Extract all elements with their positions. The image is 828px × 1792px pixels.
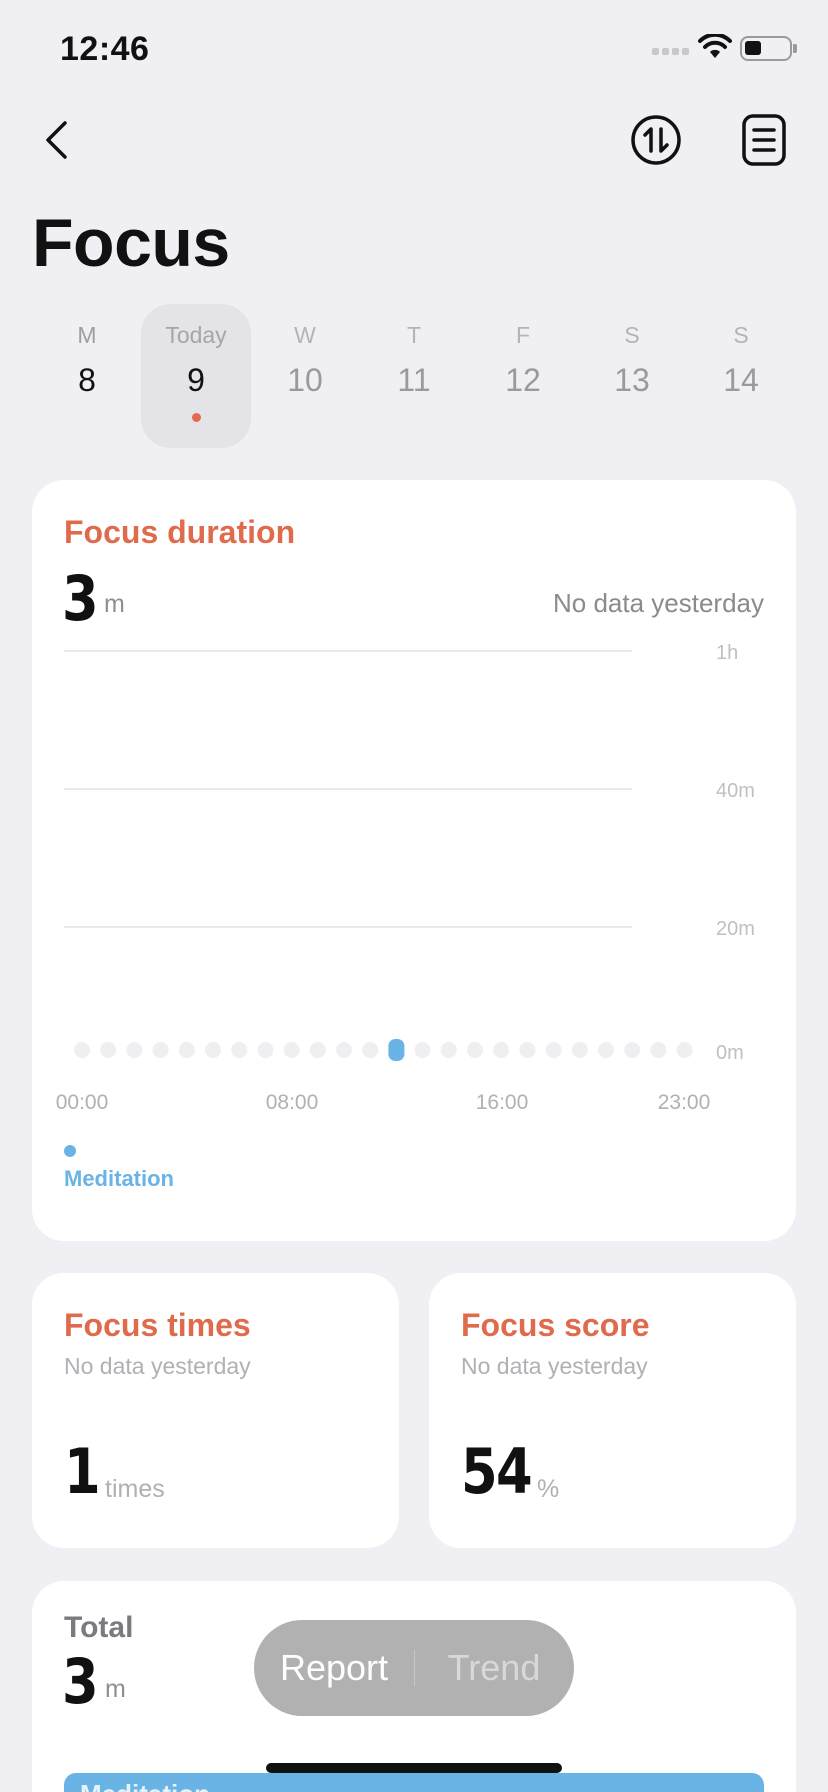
chevron-left-icon (46, 121, 67, 159)
back-button[interactable] (36, 112, 76, 168)
empty-dot-hour-8 (283, 1042, 300, 1058)
focus-duration-card[interactable]: Focus duration 3 m No data yesterday 1h 4… (32, 480, 796, 1241)
day-name: M (77, 322, 97, 348)
tab-trend[interactable]: Trend (414, 1620, 574, 1716)
empty-dot-hour-18 (545, 1042, 562, 1058)
empty-dot-hour-23 (676, 1042, 693, 1058)
day-mon-8[interactable]: M 8 (32, 304, 142, 448)
cellular-signal-icon (652, 48, 689, 55)
day-wed-10[interactable]: W 10 (250, 304, 360, 448)
y-tick-label: 0m (716, 1042, 744, 1064)
empty-dot-hour-16 (493, 1042, 510, 1058)
x-tick-label: 16:00 (476, 1091, 529, 1114)
total-unit: m (105, 1675, 126, 1703)
empty-dot-hour-10 (336, 1042, 352, 1058)
empty-dot-hour-4 (178, 1042, 195, 1058)
day-name: T (406, 322, 422, 348)
sync-arrows-icon (631, 115, 681, 165)
day-name: W (294, 322, 316, 348)
x-tick-label: 23:00 (658, 1091, 711, 1114)
empty-dot-hour-6 (231, 1042, 248, 1058)
empty-dot-hour-0 (74, 1042, 90, 1058)
x-tick-label: 00:00 (56, 1091, 109, 1114)
day-name: Today (165, 322, 227, 348)
report-trend-switch: Report Trend (254, 1620, 574, 1716)
score-unit: % (537, 1475, 560, 1503)
battery-icon (740, 36, 797, 61)
empty-dot-hour-3 (152, 1042, 169, 1058)
day-sat-13[interactable]: S 13 (577, 304, 687, 448)
meditation-bar-label: Meditation (80, 1779, 210, 1792)
day-name: S (733, 322, 749, 348)
day-number: 9 (187, 362, 205, 398)
total-value: 3 (62, 1645, 99, 1718)
status-bar: 12:46 (0, 0, 828, 100)
card-title: Focus times (64, 1307, 251, 1343)
data-sync-button[interactable] (629, 113, 683, 167)
times-value: 1 (64, 1435, 101, 1508)
empty-dot-hour-21 (624, 1042, 641, 1058)
wifi-icon (698, 34, 732, 58)
empty-dot-hour-19 (571, 1042, 588, 1058)
score-value: 54 (461, 1435, 533, 1508)
day-number: 10 (287, 362, 323, 398)
comparison-text: No data yesterday (64, 1353, 251, 1379)
day-sun-14[interactable]: S 14 (686, 304, 796, 448)
day-name: S (624, 322, 640, 348)
empty-dot-hour-20 (598, 1042, 614, 1058)
empty-dot-hour-17 (519, 1042, 536, 1058)
empty-dot-hour-5 (205, 1042, 221, 1058)
day-number: 13 (614, 362, 650, 398)
week-selector: M 8 Today 9 W 10 T 11 F 12 S 13 S 14 (32, 304, 796, 448)
bar-hour-12 (388, 1039, 405, 1061)
status-time: 12:46 (60, 30, 150, 68)
duration-chart: 1h 40m 20m 0m 00:00 08:00 16:00 23:00 (56, 642, 755, 1114)
meditation-bar: Meditation (64, 1773, 764, 1792)
total-label: Total (64, 1611, 134, 1644)
times-unit: times (105, 1475, 165, 1503)
focus-score-card[interactable]: Focus score No data yesterday 54 % (429, 1273, 796, 1548)
empty-dot-hour-15 (467, 1042, 483, 1058)
day-today-9[interactable]: Today 9 (141, 304, 251, 448)
meditation-legend-dot (64, 1145, 76, 1157)
day-fri-12[interactable]: F 12 (468, 304, 578, 448)
empty-dot-hour-7 (257, 1042, 274, 1058)
empty-dot-hour-11 (362, 1042, 379, 1058)
empty-dot-hour-13 (414, 1042, 431, 1058)
day-number: 11 (397, 362, 431, 398)
tab-report[interactable]: Report (254, 1620, 414, 1716)
empty-dot-hour-2 (126, 1042, 143, 1058)
records-list-button[interactable] (740, 113, 788, 167)
y-tick-label: 40m (716, 780, 755, 802)
empty-dot-hour-9 (309, 1042, 326, 1058)
home-indicator (266, 1763, 562, 1773)
y-tick-label: 1h (716, 642, 738, 664)
card-title: Focus score (461, 1307, 650, 1343)
document-list-icon (742, 114, 786, 166)
has-data-dot (192, 413, 201, 422)
page-title: Focus (32, 205, 230, 281)
day-thu-11[interactable]: T 11 (359, 304, 469, 448)
day-number: 12 (505, 362, 541, 398)
empty-dot-hour-22 (650, 1042, 667, 1058)
empty-dot-hour-1 (100, 1042, 117, 1058)
y-tick-label: 20m (716, 918, 755, 940)
legend-label: Meditation (64, 1166, 174, 1191)
day-name: F (515, 322, 531, 348)
empty-dot-hour-14 (440, 1042, 457, 1058)
comparison-text: No data yesterday (461, 1353, 648, 1379)
day-number: 14 (723, 362, 759, 398)
focus-times-card[interactable]: Focus times No data yesterday 1 times (32, 1273, 399, 1548)
day-number: 8 (78, 362, 96, 398)
x-tick-label: 08:00 (266, 1091, 319, 1114)
